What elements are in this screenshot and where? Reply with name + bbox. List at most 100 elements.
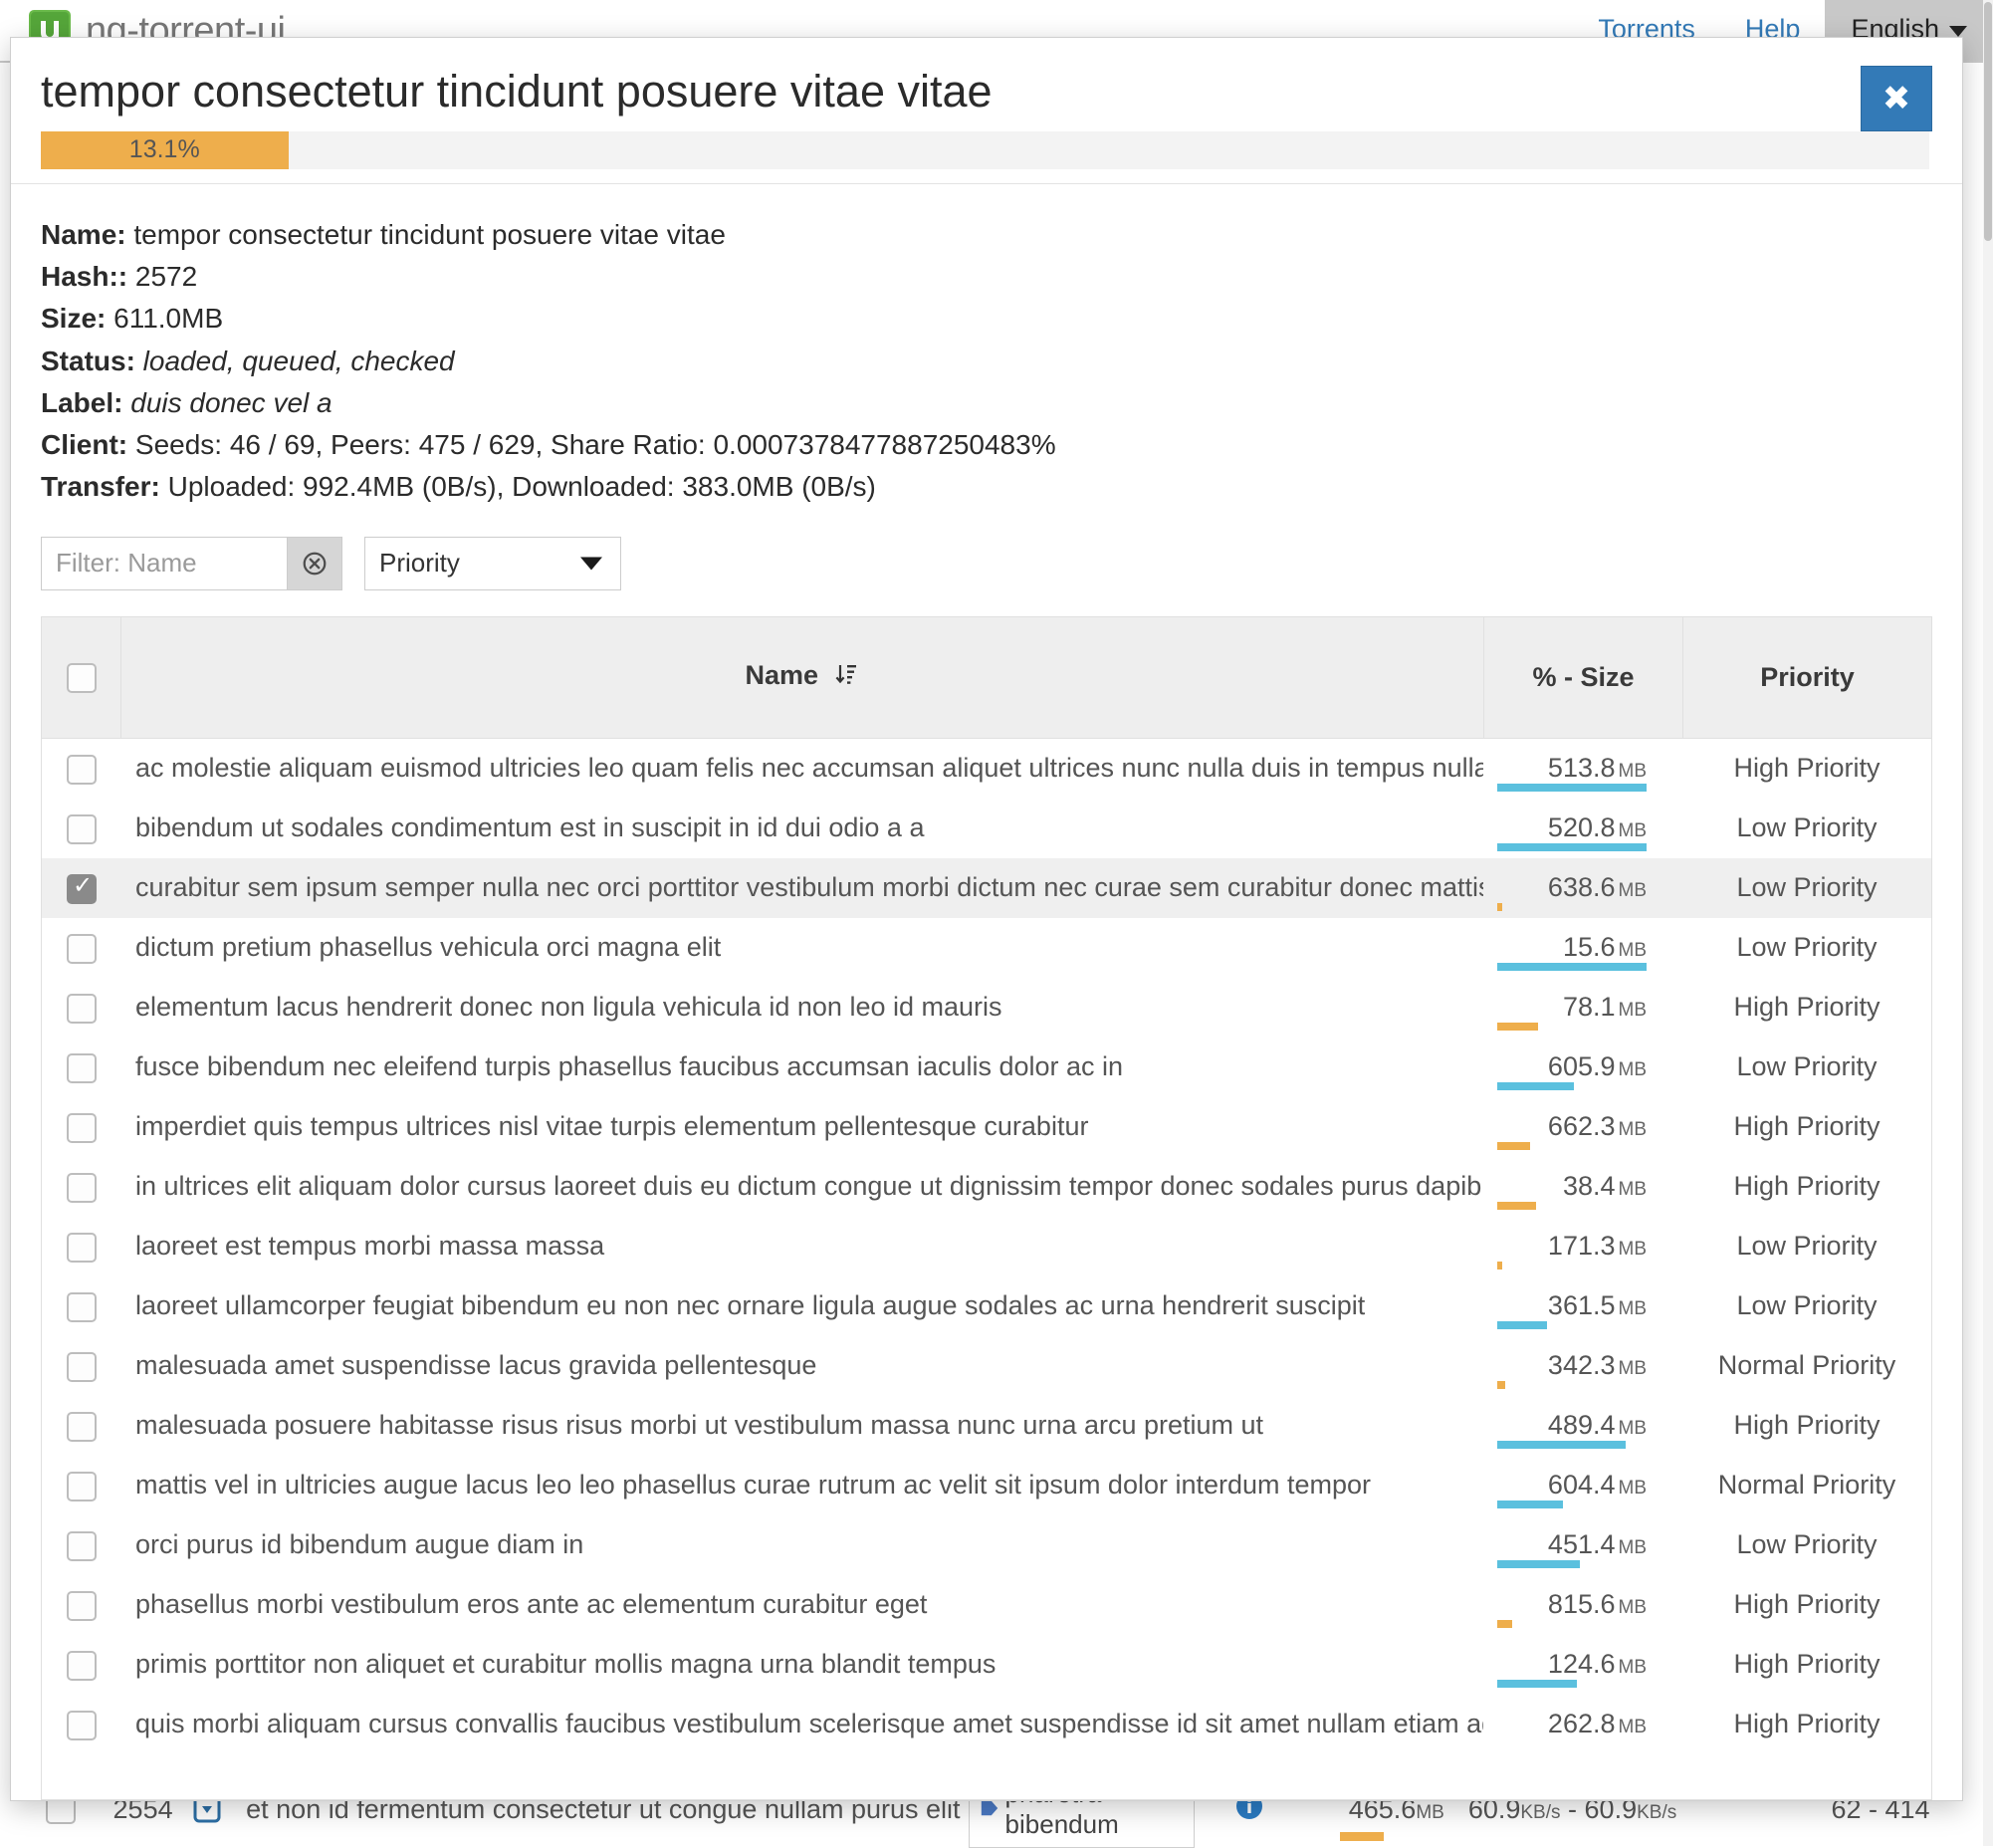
row-checkbox-cell[interactable] (42, 1157, 121, 1217)
row-priority: High Priority (1682, 1695, 1931, 1754)
table-row[interactable]: in ultrices elit aliquam dolor cursus la… (42, 1157, 1931, 1217)
select-all-checkbox[interactable] (67, 663, 97, 693)
row-checkbox-cell[interactable] (42, 1456, 121, 1515)
row-file-name: elementum lacus hendrerit donec non ligu… (121, 978, 1483, 1038)
row-checkbox[interactable] (67, 814, 97, 844)
row-checkbox[interactable] (67, 1053, 97, 1083)
row-size-cell: 513.8MB (1483, 739, 1682, 799)
row-size-cell: 38.4MB (1483, 1157, 1682, 1217)
bg-row-size-unit: MB (1416, 1802, 1444, 1823)
row-checkbox-cell[interactable] (42, 1635, 121, 1695)
row-checkbox[interactable] (67, 1531, 97, 1561)
row-checkbox[interactable] (67, 1113, 97, 1143)
row-priority: High Priority (1682, 739, 1931, 799)
table-row[interactable]: elementum lacus hendrerit donec non ligu… (42, 978, 1931, 1038)
row-checkbox-cell[interactable] (42, 1515, 121, 1575)
row-checkbox[interactable] (67, 755, 97, 785)
row-checkbox-cell[interactable] (42, 858, 121, 918)
table-row[interactable]: dictum pretium phasellus vehicula orci m… (42, 918, 1931, 978)
window-scrollbar[interactable] (1983, 0, 1993, 1846)
detail-line: Name: tempor consectetur tincidunt posue… (41, 214, 1932, 256)
select-all-header[interactable] (42, 616, 121, 738)
row-checkbox-cell[interactable] (42, 1396, 121, 1456)
row-size-value: 342.3 (1548, 1350, 1616, 1380)
row-checkbox[interactable] (67, 934, 97, 964)
torrent-progress-bar: 13.1% (41, 131, 1929, 169)
table-row[interactable]: imperdiet quis tempus ultrices nisl vita… (42, 1097, 1931, 1157)
filter-name-input[interactable] (41, 537, 288, 590)
detail-value: 2572 (127, 261, 197, 292)
table-row[interactable]: quis morbi aliquam cursus convallis fauc… (42, 1695, 1931, 1754)
table-row[interactable]: curabitur sem ipsum semper nulla nec orc… (42, 858, 1931, 918)
row-file-name: imperdiet quis tempus ultrices nisl vita… (121, 1097, 1483, 1157)
table-row[interactable]: phasellus morbi vestibulum eros ante ac … (42, 1575, 1931, 1635)
detail-value: Uploaded: 992.4MB (0B/s), Downloaded: 38… (160, 471, 876, 502)
row-checkbox[interactable] (67, 1591, 97, 1621)
row-checkbox[interactable] (67, 1412, 97, 1442)
row-checkbox[interactable] (67, 1711, 97, 1740)
priority-filter-select[interactable]: Priority (364, 537, 621, 590)
row-checkbox[interactable] (67, 1292, 97, 1322)
detail-value: Seeds: 46 / 69, Peers: 475 / 629, Share … (127, 429, 1056, 460)
row-progress-bar (1497, 1560, 1580, 1568)
close-icon[interactable]: ✖ (1861, 66, 1932, 131)
column-header-priority[interactable]: Priority (1683, 616, 1932, 738)
row-checkbox-cell[interactable] (42, 1695, 121, 1754)
table-row[interactable]: ac molestie aliquam euismod ultricies le… (42, 739, 1931, 799)
modal-header: tempor consectetur tincidunt posuere vit… (11, 38, 1962, 184)
table-row[interactable]: malesuada amet suspendisse lacus gravida… (42, 1336, 1931, 1396)
row-file-name: malesuada amet suspendisse lacus gravida… (121, 1336, 1483, 1396)
row-size-unit: MB (1619, 1000, 1648, 1021)
detail-line: Label: duis donec vel a (41, 382, 1932, 424)
table-row[interactable]: primis porttitor non aliquet et curabitu… (42, 1635, 1931, 1695)
row-checkbox[interactable] (67, 1173, 97, 1203)
row-checkbox[interactable] (67, 1233, 97, 1263)
row-priority: High Priority (1682, 1097, 1931, 1157)
row-checkbox-cell[interactable] (42, 1575, 121, 1635)
row-checkbox[interactable] (67, 1472, 97, 1502)
row-checkbox-cell[interactable] (42, 1336, 121, 1396)
row-checkbox-cell[interactable] (42, 1276, 121, 1336)
row-checkbox-cell[interactable] (42, 1217, 121, 1276)
row-checkbox[interactable] (67, 1651, 97, 1681)
window-scrollbar-thumb[interactable] (1984, 2, 1992, 241)
row-checkbox-cell[interactable] (42, 1097, 121, 1157)
row-checkbox-cell[interactable] (42, 739, 121, 799)
row-file-name: curabitur sem ipsum semper nulla nec orc… (121, 858, 1483, 918)
row-size-unit: MB (1619, 1478, 1648, 1499)
table-row[interactable]: malesuada posuere habitasse risus risus … (42, 1396, 1931, 1456)
table-row[interactable]: fusce bibendum nec eleifend turpis phase… (42, 1038, 1931, 1097)
table-row[interactable]: orci purus id bibendum augue diam in 451.… (42, 1515, 1931, 1575)
row-checkbox-cell[interactable] (42, 799, 121, 858)
row-size-unit: MB (1619, 940, 1648, 961)
table-row[interactable]: bibendum ut sodales condimentum est in s… (42, 799, 1931, 858)
row-checkbox-cell[interactable] (42, 978, 121, 1038)
row-size-unit: MB (1619, 1537, 1648, 1558)
row-progress-bar (1497, 1202, 1536, 1210)
torrent-detail-modal: tempor consectetur tincidunt posuere vit… (10, 37, 1963, 1801)
row-checkbox[interactable] (67, 874, 97, 904)
clear-circle-x-icon[interactable] (288, 537, 342, 590)
row-checkbox-cell[interactable] (42, 918, 121, 978)
row-progress-bar (1497, 1082, 1574, 1090)
row-checkbox[interactable] (67, 994, 97, 1024)
column-header-size[interactable]: % - Size (1484, 616, 1683, 738)
row-priority: Low Priority (1682, 918, 1931, 978)
row-checkbox-cell[interactable] (42, 1038, 121, 1097)
row-checkbox[interactable] (67, 1352, 97, 1382)
row-file-name: quis morbi aliquam cursus convallis fauc… (121, 1695, 1483, 1754)
row-file-name: orci purus id bibendum augue diam in (121, 1515, 1483, 1575)
file-table-scroll[interactable]: ac molestie aliquam euismod ultricies le… (41, 739, 1932, 1800)
row-priority: Low Priority (1682, 1217, 1931, 1276)
row-size-cell: 604.4MB (1483, 1456, 1682, 1515)
table-row[interactable]: laoreet ullamcorper feugiat bibendum eu … (42, 1276, 1931, 1336)
detail-key: Name: (41, 219, 126, 250)
row-size-value: 662.3 (1548, 1111, 1616, 1141)
file-table: ac molestie aliquam euismod ultricies le… (42, 739, 1931, 1754)
modal-body: Name: tempor consectetur tincidunt posue… (11, 184, 1962, 1800)
column-header-name[interactable]: Name (121, 616, 1484, 738)
table-row[interactable]: mattis vel in ultricies augue lacus leo … (42, 1456, 1931, 1515)
table-row[interactable]: laoreet est tempus morbi massa massa171.… (42, 1217, 1931, 1276)
row-size-value: 451.4 (1548, 1529, 1616, 1559)
row-size-unit: MB (1619, 1298, 1648, 1319)
